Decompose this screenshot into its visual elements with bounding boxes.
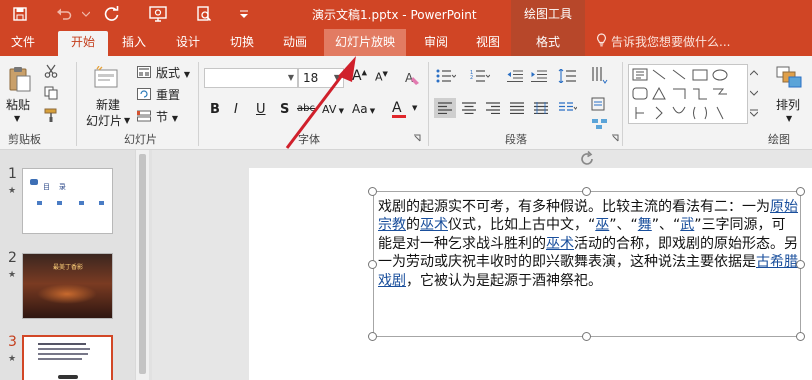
annotation-arrow-icon	[285, 56, 356, 149]
